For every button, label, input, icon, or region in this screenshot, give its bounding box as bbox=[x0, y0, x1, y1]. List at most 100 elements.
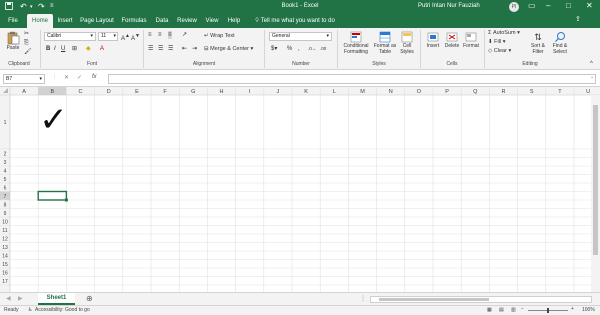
tab-page-layout[interactable]: Page Layout bbox=[79, 14, 115, 28]
column-header-j[interactable]: J bbox=[277, 89, 280, 95]
tab-help[interactable]: Help bbox=[226, 14, 242, 28]
collapse-ribbon-icon[interactable]: ^ bbox=[590, 60, 593, 68]
column-header-m[interactable]: M bbox=[360, 89, 365, 95]
minimize-icon[interactable]: – bbox=[546, 1, 550, 10]
column-header-h[interactable]: H bbox=[220, 89, 224, 95]
insert-function-button[interactable]: fx bbox=[92, 74, 97, 80]
row-header-8[interactable]: 8 bbox=[4, 202, 7, 208]
tab-review[interactable]: Review bbox=[176, 14, 198, 28]
column-header-k[interactable]: K bbox=[304, 89, 308, 95]
zoom-level[interactable]: 100% bbox=[582, 307, 595, 313]
wrap-text-button[interactable]: ↵ Wrap Text bbox=[204, 32, 235, 40]
font-color-icon[interactable]: A bbox=[100, 45, 104, 53]
active-cell-border[interactable] bbox=[37, 190, 68, 201]
column-header-a[interactable]: A bbox=[22, 89, 26, 95]
row-header-13[interactable]: 13 bbox=[2, 245, 8, 251]
italic-icon[interactable]: I bbox=[54, 45, 56, 53]
tab-home[interactable]: Home bbox=[27, 14, 53, 28]
vertical-scroll-thumb[interactable] bbox=[593, 105, 598, 255]
scroll-left-icon[interactable]: ◀ bbox=[6, 295, 11, 303]
normal-view-icon[interactable]: ▦ bbox=[487, 307, 492, 313]
zoom-slider[interactable] bbox=[528, 308, 568, 313]
row-header-9[interactable]: 9 bbox=[4, 211, 7, 217]
column-header-p[interactable]: P bbox=[445, 89, 449, 95]
underline-icon[interactable]: U bbox=[61, 45, 65, 53]
column-header-r[interactable]: R bbox=[502, 89, 506, 95]
page-break-view-icon[interactable]: ▥ bbox=[511, 307, 516, 313]
tab-view[interactable]: View bbox=[203, 14, 221, 28]
row-header-11[interactable]: 11 bbox=[2, 228, 7, 234]
row-header-10[interactable]: 10 bbox=[2, 219, 8, 225]
row-header-5[interactable]: 5 bbox=[4, 177, 7, 183]
insert-cells-button[interactable]: Insert bbox=[423, 31, 443, 49]
column-header-o[interactable]: O bbox=[417, 89, 422, 95]
row-header-17[interactable]: 17 bbox=[2, 279, 8, 285]
fill-button[interactable]: ⬇ Fill ▾ bbox=[488, 38, 505, 46]
align-middle-icon[interactable]: ≡ bbox=[158, 31, 162, 39]
row-header-7[interactable]: 7 bbox=[4, 194, 7, 200]
row-header-15[interactable]: 15 bbox=[2, 262, 8, 268]
row-header-16[interactable]: 16 bbox=[2, 270, 8, 276]
cell-b1[interactable]: ✓ bbox=[39, 100, 67, 140]
user-name[interactable]: Putri Intan Nur Fauziah bbox=[418, 3, 480, 9]
clear-button[interactable]: ◇ Clear ▾ bbox=[488, 47, 511, 55]
number-format-select[interactable]: General ▾ bbox=[269, 32, 332, 41]
borders-icon[interactable]: ⊞ bbox=[72, 45, 77, 53]
zoom-in-button[interactable]: + bbox=[571, 306, 574, 312]
align-center-icon[interactable]: ☰ bbox=[158, 45, 163, 53]
align-left-icon[interactable]: ☰ bbox=[148, 45, 153, 53]
page-layout-view-icon[interactable]: ▤ bbox=[499, 307, 504, 313]
row-header-12[interactable]: 12 bbox=[2, 236, 8, 242]
indent-icon[interactable]: ⇤ bbox=[182, 45, 187, 53]
font-name-select[interactable]: Calibri ▾ bbox=[44, 32, 96, 41]
column-header-g[interactable]: G bbox=[191, 89, 195, 95]
accessibility-status[interactable]: Accessibility: Good to go bbox=[35, 307, 90, 313]
horizontal-scrollbar[interactable] bbox=[370, 296, 592, 303]
row-header-6[interactable]: 6 bbox=[4, 185, 7, 191]
tab-insert[interactable]: Insert bbox=[55, 14, 75, 28]
increase-font-icon[interactable]: A▲ bbox=[121, 32, 130, 43]
copy-icon[interactable]: ⎘ bbox=[24, 39, 29, 47]
zoom-out-button[interactable]: − bbox=[521, 306, 524, 312]
accounting-format-icon[interactable]: $▾ bbox=[271, 45, 277, 53]
scroll-right-icon[interactable]: ▶ bbox=[18, 295, 23, 303]
cancel-icon[interactable]: ✕ bbox=[64, 74, 69, 81]
name-box[interactable]: B7 ▾ bbox=[3, 74, 45, 84]
column-header-d[interactable]: D bbox=[107, 89, 111, 95]
column-header-l[interactable]: L bbox=[333, 89, 336, 95]
fill-handle[interactable] bbox=[64, 198, 68, 202]
share-icon[interactable]: ⇪ bbox=[575, 15, 581, 23]
percent-icon[interactable]: % bbox=[287, 45, 292, 53]
merge-center-button[interactable]: ⊟ Merge & Center ▾ bbox=[204, 45, 253, 53]
horizontal-scroll-thumb[interactable] bbox=[379, 298, 489, 301]
tab-file[interactable]: File bbox=[2, 14, 24, 28]
comma-style-icon[interactable]: , bbox=[298, 45, 300, 53]
row-header-4[interactable]: 4 bbox=[4, 168, 7, 174]
cell-styles-button[interactable]: Cell Styles bbox=[398, 31, 416, 55]
row-header-14[interactable]: 14 bbox=[2, 253, 8, 259]
paste-button[interactable]: Paste bbox=[4, 31, 22, 51]
column-header-n[interactable]: N bbox=[389, 89, 393, 95]
format-cells-button[interactable]: Format bbox=[461, 31, 481, 49]
find-select-button[interactable]: Find & Select bbox=[549, 31, 571, 55]
autosum-button[interactable]: Σ AutoSum ▾ bbox=[488, 29, 520, 37]
column-header-s[interactable]: S bbox=[530, 89, 534, 95]
avatar[interactable]: PI bbox=[509, 2, 519, 12]
decrease-font-icon[interactable]: A▼ bbox=[131, 32, 140, 43]
column-header-q[interactable]: Q bbox=[473, 89, 478, 95]
column-header-e[interactable]: E bbox=[135, 89, 139, 95]
sort-filter-button[interactable]: ⇅ Sort & Filter bbox=[527, 31, 549, 55]
expand-formula-icon[interactable]: ⌄ bbox=[590, 74, 594, 80]
row-header-3[interactable]: 3 bbox=[4, 160, 7, 166]
conditional-formatting-button[interactable]: Conditional Formatting bbox=[340, 31, 372, 55]
sheet-tab-sheet1[interactable]: Sheet1 bbox=[38, 293, 75, 305]
tab-split-icon[interactable]: ⋮ bbox=[360, 295, 366, 303]
ribbon-display-icon[interactable]: ▭ bbox=[528, 1, 536, 10]
align-right-icon[interactable]: ☰ bbox=[168, 45, 173, 53]
outdent-icon[interactable]: ⇥ bbox=[192, 45, 197, 53]
column-header-c[interactable]: C bbox=[79, 89, 83, 95]
column-header-u[interactable]: U bbox=[586, 89, 590, 95]
enter-icon[interactable]: ✓ bbox=[77, 74, 82, 81]
decrease-decimal-icon[interactable]: .00 bbox=[320, 45, 326, 53]
close-icon[interactable]: ✕ bbox=[586, 1, 593, 10]
